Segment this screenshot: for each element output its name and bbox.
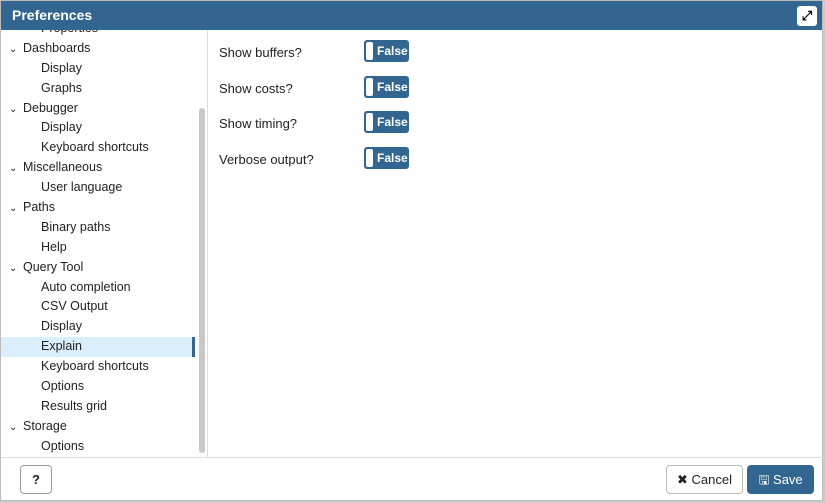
tree-item-label: Options — [41, 438, 85, 453]
tree-group[interactable]: ⌄ Dashboards — [1, 39, 207, 59]
toggle-switch[interactable]: False — [364, 40, 409, 62]
dialog-footer: ? ✖ Cancel 🖫 Save — [1, 457, 824, 502]
tree-item-label: Explain — [41, 339, 82, 354]
chevron-down-icon[interactable]: ⌄ — [9, 418, 23, 438]
save-label: Save — [773, 472, 803, 487]
tree-item[interactable]: Results grid — [1, 397, 207, 417]
chevron-down-icon[interactable]: ⌄ — [9, 159, 23, 179]
cancel-label: Cancel — [691, 472, 732, 487]
save-icon: 🖫 — [758, 472, 774, 487]
tree-item-label: Results grid — [41, 398, 107, 413]
tree-item-label: Display — [41, 60, 82, 75]
tree-item-label: Query Tool — [23, 259, 84, 274]
preferences-dialog: Preferences ⤢ Properties⌄DashboardsDispl… — [0, 0, 824, 502]
tree-group[interactable]: ⌄ Query Tool — [1, 258, 207, 278]
tree-item-label: Display — [41, 120, 82, 135]
tree-item[interactable]: Keyboard shortcuts — [1, 357, 207, 377]
tree-item-label: User language — [41, 180, 123, 195]
toggle-switch[interactable]: False — [364, 111, 409, 133]
tree-item-label: Binary paths — [41, 219, 111, 234]
chevron-down-icon[interactable]: ⌄ — [9, 199, 23, 219]
tree-group[interactable]: ⌄ Miscellaneous — [1, 158, 207, 178]
help-button[interactable]: ? — [20, 465, 52, 494]
close-icon: ✖ — [677, 472, 692, 487]
tree-item[interactable]: Graphs — [1, 79, 207, 99]
setting-row: Show buffers? False — [219, 40, 419, 64]
cancel-button[interactable]: ✖ Cancel — [666, 465, 743, 494]
toggle-switch[interactable]: False — [364, 75, 409, 98]
tree-item-label: Options — [41, 379, 85, 394]
tree-group[interactable]: ⌄ Debugger — [1, 99, 207, 119]
tree-item-label: Auto completion — [41, 279, 131, 294]
tree-item[interactable]: Display — [1, 59, 207, 79]
tree-item[interactable]: Auto completion — [1, 278, 207, 298]
chevron-down-icon[interactable]: ⌄ — [9, 40, 23, 60]
tree-item[interactable]: Options — [1, 377, 207, 397]
setting-row: Verbose output? False — [219, 146, 419, 171]
chevron-down-icon[interactable]: ⌄ — [9, 259, 23, 279]
tree-item[interactable]: Help — [1, 238, 207, 258]
chevron-down-icon[interactable]: ⌄ — [9, 100, 23, 120]
tree-group[interactable]: ⌄ Paths — [1, 198, 207, 218]
tree-item-label: Properties — [41, 30, 98, 35]
setting-label: Verbose output? — [219, 151, 314, 167]
tree-item-label: Miscellaneous — [23, 160, 103, 175]
tree-item-label: Keyboard shortcuts — [41, 359, 149, 374]
tree-item-label: Paths — [23, 200, 55, 215]
tree-item-label: Storage — [23, 418, 67, 433]
tree-item-label: Help — [41, 239, 67, 254]
explain-settings-panel: Show buffers? False Show costs? False Show t… — [209, 30, 822, 457]
tree-item[interactable]: Binary paths — [1, 218, 207, 238]
preferences-tree: Properties⌄DashboardsDisplayGraphs⌄Debug… — [1, 30, 208, 457]
tree-item-label: Dashboards — [23, 40, 91, 55]
setting-label: Show buffers? — [219, 45, 302, 60]
setting-row: Show costs? False — [219, 75, 419, 100]
setting-label: Show costs? — [219, 80, 293, 96]
tree-item-label: Display — [41, 319, 82, 334]
maximize-icon[interactable]: ⤢ — [797, 6, 817, 26]
setting-row: Show timing? False — [219, 111, 419, 135]
tree-group[interactable]: ⌄ Storage — [1, 417, 207, 437]
tree-item-label: Debugger — [23, 100, 78, 115]
tree-item-label: Graphs — [41, 80, 82, 95]
tree-item[interactable]: Keyboard shortcuts — [1, 138, 207, 158]
tree-item[interactable]: CSV Output — [1, 297, 207, 317]
setting-label: Show timing? — [219, 116, 298, 131]
tree-item[interactable]: Display — [1, 317, 207, 337]
dialog-title: Preferences — [12, 7, 93, 23]
tree-item[interactable]: Explain — [1, 337, 195, 358]
scrollbar[interactable] — [199, 108, 205, 453]
dialog-header: Preferences ⤢ — [1, 1, 822, 30]
tree-item[interactable]: Properties — [1, 30, 207, 39]
tree-item-label: CSV Output — [41, 299, 108, 314]
tree-item[interactable]: Options — [1, 437, 207, 457]
toggle-switch[interactable]: False — [364, 146, 409, 169]
tree-item[interactable]: User language — [1, 178, 207, 198]
tree-item-label: Keyboard shortcuts — [41, 140, 149, 155]
save-button[interactable]: 🖫 Save — [747, 465, 814, 494]
tree-item[interactable]: Display — [1, 118, 207, 138]
